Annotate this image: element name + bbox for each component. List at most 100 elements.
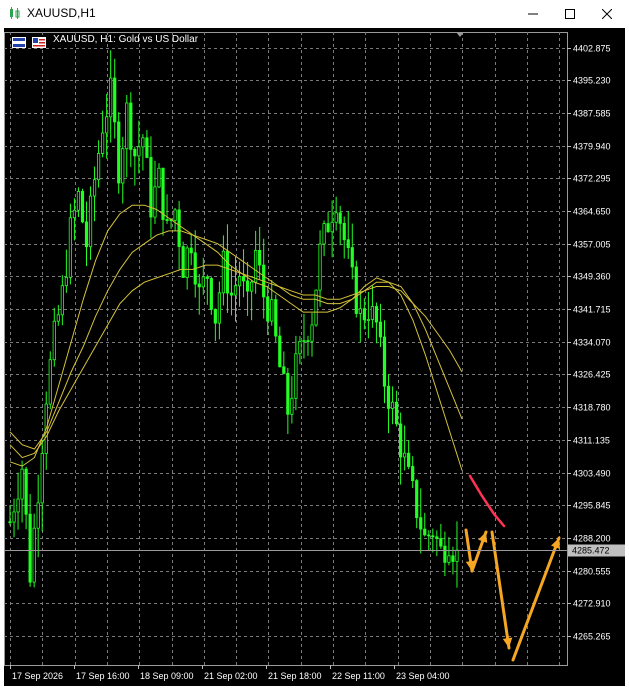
y-tick-label: 4311.135	[573, 436, 610, 446]
title-bar[interactable]: XAUUSD,H1	[0, 0, 629, 28]
candle-body	[137, 146, 141, 157]
candle-body	[394, 401, 399, 425]
candle-body	[60, 285, 64, 316]
candle-body	[250, 281, 254, 292]
candle-body	[109, 77, 113, 118]
candle-body	[64, 276, 68, 287]
x-tick-label: 21 Sep 02:00	[204, 671, 258, 681]
candle-body	[209, 278, 213, 310]
candle-body	[354, 266, 358, 314]
chart-area[interactable]: 4402.875 4395.230 4387.585 4379.940 4372.295…	[4, 28, 625, 686]
y-tick-label: 4402.875	[573, 44, 611, 54]
x-tick-label: 23 Sep 04:00	[396, 671, 450, 681]
candle-body	[290, 397, 294, 415]
candle-body	[113, 77, 117, 123]
candle-body	[245, 280, 250, 292]
candle-body	[322, 223, 326, 245]
candle-body	[56, 314, 60, 322]
y-tick-label: 4272.910	[573, 599, 611, 609]
candle-body	[36, 502, 40, 529]
candle-body	[225, 250, 230, 294]
candle-body	[427, 534, 431, 537]
candle-body	[201, 276, 205, 288]
candle-body	[157, 167, 161, 188]
candle-body	[403, 452, 407, 458]
candle-body	[121, 148, 125, 184]
candle-body	[342, 222, 346, 241]
candle-body	[8, 521, 12, 524]
candle-body	[274, 299, 278, 337]
maximize-button[interactable]	[553, 0, 587, 28]
candle-body	[266, 296, 270, 322]
x-tick-label: 22 Sep 11:00	[332, 671, 385, 681]
x-tick-label: 17 Sep 2026	[12, 671, 63, 681]
candle-body	[346, 239, 350, 248]
candle-body	[326, 223, 330, 233]
candle-body	[12, 511, 16, 523]
arrow-up-2	[511, 536, 561, 662]
minimize-icon	[528, 13, 538, 15]
arrow-down-2	[490, 530, 511, 650]
candle-body	[258, 249, 262, 266]
close-button[interactable]	[590, 0, 624, 28]
y-tick-label: 4334.070	[573, 338, 611, 348]
candle-body	[129, 102, 133, 150]
y-tick-label: 4387.585	[573, 109, 611, 119]
candle-body	[92, 179, 97, 197]
us-flag-icon	[32, 37, 46, 48]
y-tick-label: 4395.230	[573, 76, 611, 86]
minimize-button[interactable]	[516, 0, 550, 28]
y-tick-label: 4364.650	[573, 207, 611, 217]
candle-body	[241, 276, 246, 282]
candle-body	[411, 466, 415, 482]
flag-icons	[12, 37, 46, 48]
candle-body	[370, 306, 375, 320]
candle-body	[96, 153, 101, 181]
candle-body	[80, 191, 85, 223]
arrow-up-1-head	[478, 532, 488, 543]
price-chart[interactable]: 4402.875 4395.230 4387.585 4379.940 4372.295…	[4, 28, 625, 686]
candle-body	[28, 513, 32, 583]
candle-body	[407, 452, 411, 467]
candle-body	[338, 212, 342, 224]
maximize-icon	[565, 9, 575, 19]
candle-body	[398, 423, 403, 458]
candle-body	[88, 195, 93, 248]
plot-border	[4, 32, 568, 666]
candle-body	[374, 306, 379, 323]
candle-body	[16, 498, 20, 513]
candle-body	[20, 468, 24, 500]
candle-body	[133, 148, 137, 157]
candle-body	[386, 385, 391, 409]
candle-body	[68, 217, 73, 278]
candle-body	[145, 137, 149, 158]
eu-flag-icon	[12, 37, 26, 48]
red-annotation-line	[468, 474, 506, 528]
candle-body	[415, 480, 419, 519]
candle-body	[423, 528, 427, 536]
candle-body	[32, 527, 36, 583]
candle-body	[282, 366, 286, 374]
chart-header-icons	[12, 36, 48, 54]
y-tick-label: 4288.200	[573, 534, 611, 544]
candle-body	[161, 167, 165, 220]
candle-body	[306, 340, 310, 343]
candle-body	[254, 249, 258, 283]
candle-body	[125, 102, 129, 150]
candle-body	[455, 549, 459, 562]
y-tick-label: 4295.845	[573, 501, 611, 511]
candle-body	[181, 246, 185, 278]
candle-body	[435, 536, 439, 539]
y-tick-label: 4265.265	[573, 632, 611, 642]
chart-title: XAUUSD, H1: Gold vs US Dollar	[53, 34, 199, 45]
x-tick-label: 21 Sep 18:00	[268, 671, 322, 681]
candle-body	[233, 285, 238, 296]
candle-body	[294, 353, 298, 399]
candle-body	[431, 535, 435, 538]
candle-body	[318, 243, 322, 291]
candle-body	[153, 186, 157, 218]
close-icon	[602, 9, 612, 19]
candle-body	[165, 219, 169, 221]
y-tick-label: 4349.360	[573, 272, 611, 282]
y-tick-label: 4280.555	[573, 567, 611, 577]
